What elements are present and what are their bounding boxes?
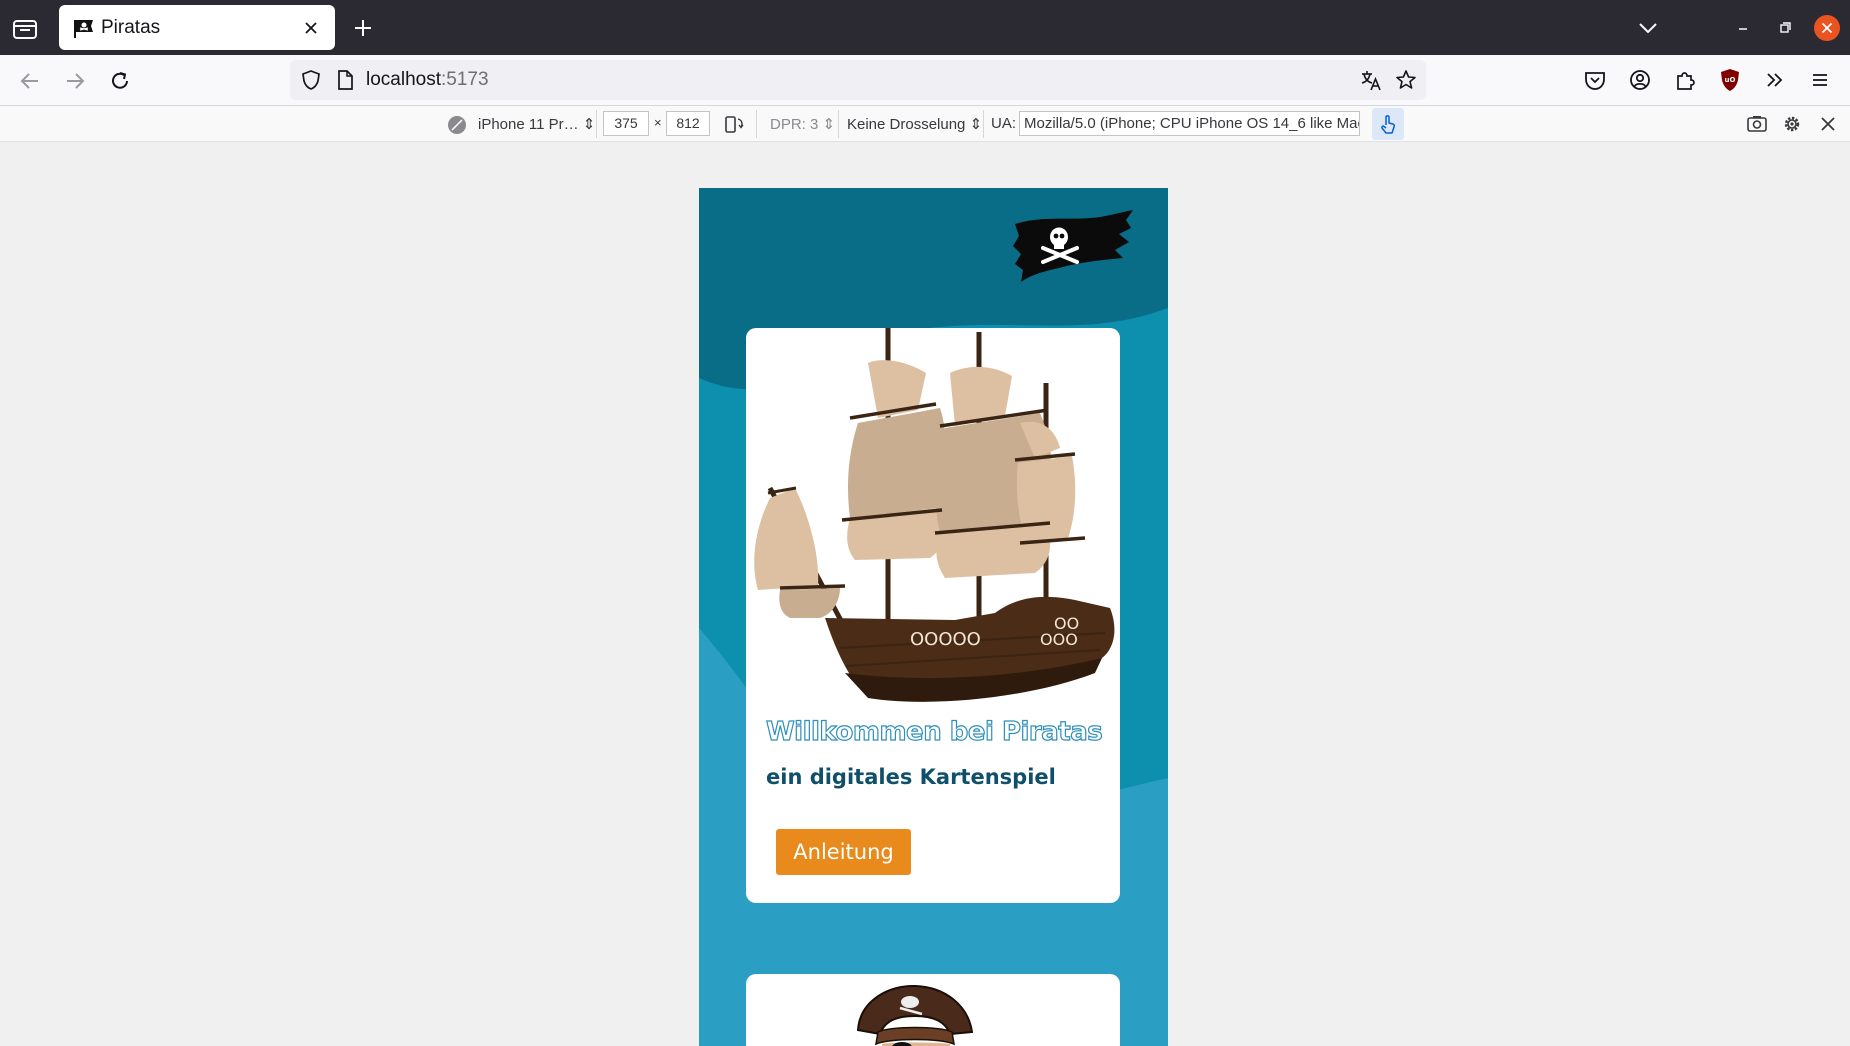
touch-icon	[1381, 115, 1396, 134]
window-close-icon[interactable]	[1814, 15, 1840, 41]
dimension-separator: ×	[654, 115, 662, 130]
forward-arrow-icon[interactable]	[61, 67, 89, 95]
url-bar[interactable]: localhost:5173	[290, 60, 1426, 100]
star-icon[interactable]	[1394, 68, 1418, 92]
chevron-down-icon[interactable]	[1634, 15, 1662, 41]
device-viewport: OOOOO OOO OO Willkommen bei Piratas ein …	[699, 188, 1168, 1046]
tab-list-icon[interactable]	[11, 15, 39, 41]
close-icon[interactable]	[299, 16, 323, 40]
plus-icon[interactable]	[350, 15, 376, 41]
welcome-title: Willkommen bei Piratas	[765, 716, 1103, 747]
pirate-flag-favicon	[74, 20, 93, 38]
pirate-card	[746, 974, 1120, 1046]
url-host: localhost	[366, 69, 441, 90]
browser-tab[interactable]: Piratas	[59, 5, 335, 50]
account-icon[interactable]	[1627, 67, 1653, 93]
instructions-button[interactable]: Anleitung	[776, 829, 911, 875]
device-selector[interactable]: iPhone 11 Pr… ⇕	[478, 115, 595, 133]
close-icon[interactable]	[1818, 114, 1838, 134]
menu-icon[interactable]	[1807, 67, 1833, 93]
divider	[596, 110, 597, 138]
back-arrow-icon[interactable]	[16, 67, 44, 95]
url-port: :5173	[441, 69, 489, 90]
divider	[983, 110, 984, 138]
navigation-bar: localhost:5173 uO	[0, 55, 1850, 106]
pirate-character-illustration	[856, 984, 974, 1046]
welcome-subtitle: ein digitales Kartenspiel	[766, 765, 1056, 789]
extensions-icon[interactable]	[1672, 67, 1698, 93]
screenshot-icon[interactable]	[1746, 113, 1768, 135]
overflow-icon[interactable]	[1762, 67, 1788, 93]
minimize-icon[interactable]	[1731, 16, 1755, 40]
dpr-value: DPR: 3	[770, 116, 819, 133]
pirate-flag-logo	[1013, 210, 1133, 282]
page-icon[interactable]	[335, 69, 355, 91]
url-text[interactable]: localhost:5173	[366, 69, 489, 91]
tab-title: Piratas	[101, 17, 161, 38]
divider	[838, 110, 839, 138]
viewport-width-input[interactable]: 375	[603, 111, 649, 136]
svg-text:uO: uO	[1725, 76, 1736, 84]
ublock-icon[interactable]: uO	[1717, 67, 1743, 93]
dpr-selector[interactable]: DPR: 3 ⇕	[770, 115, 835, 133]
throttling-value: Keine Drosselung	[847, 116, 966, 133]
device-icon	[448, 116, 466, 134]
shield-icon[interactable]	[300, 69, 322, 91]
ship-porthole-label: OO	[1054, 614, 1079, 633]
ship-porthole-label: OOOOO	[910, 629, 981, 650]
divider	[756, 110, 757, 138]
touch-simulation-button[interactable]	[1372, 108, 1404, 140]
reload-icon[interactable]	[106, 67, 134, 95]
responsive-design-toolbar: iPhone 11 Pr… ⇕ 375 × 812 DPR: 3 ⇕ Keine…	[0, 106, 1850, 142]
welcome-card: OOOOO OOO OO Willkommen bei Piratas ein …	[746, 328, 1120, 903]
tab-bar: Piratas	[0, 0, 1850, 55]
maximize-icon[interactable]	[1773, 16, 1797, 40]
network-throttling-selector[interactable]: Keine Drosselung ⇕	[847, 115, 982, 133]
device-name: iPhone 11 Pr…	[478, 116, 579, 133]
pirate-ship-illustration: OOOOO OOO OO	[754, 328, 1115, 702]
pocket-icon[interactable]	[1582, 67, 1608, 93]
translate-icon[interactable]	[1360, 69, 1382, 91]
user-agent-label: UA:	[991, 115, 1017, 132]
rotate-icon[interactable]	[723, 113, 745, 135]
settings-icon[interactable]	[1781, 113, 1803, 135]
user-agent-input[interactable]: Mozilla/5.0 (iPhone; CPU iPhone OS 14_6 …	[1019, 111, 1360, 136]
viewport-height-input[interactable]: 812	[666, 111, 710, 136]
